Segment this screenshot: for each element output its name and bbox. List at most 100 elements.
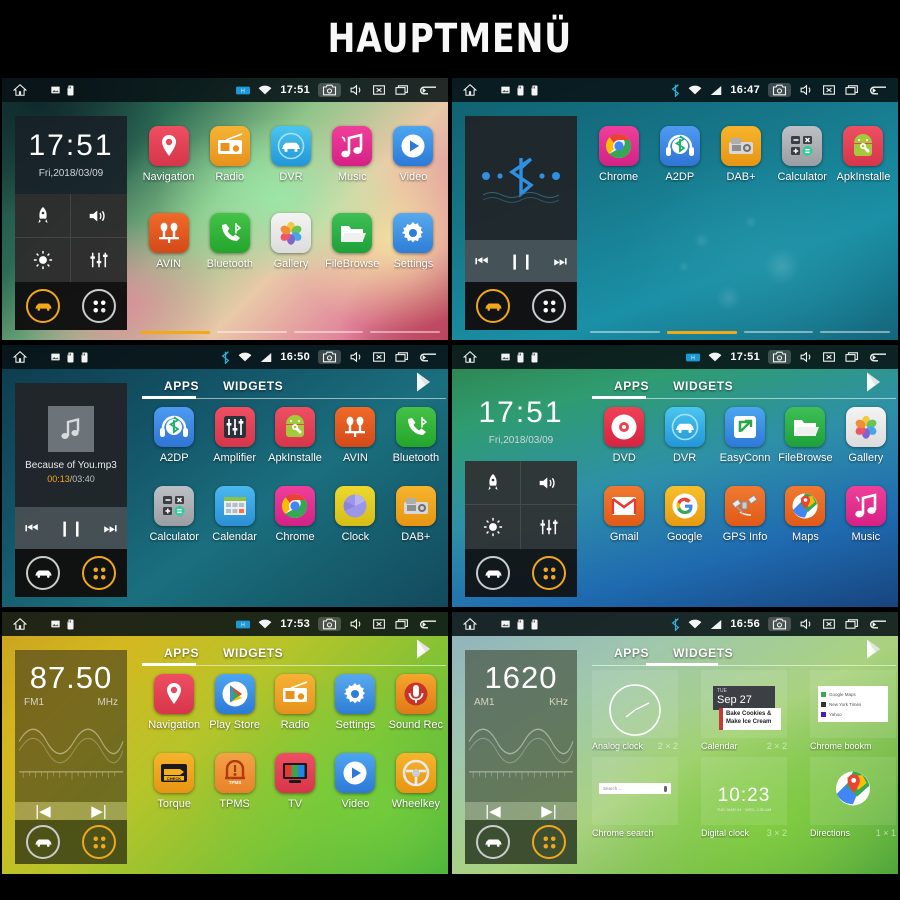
apps-icon[interactable] [82, 556, 116, 590]
app-filebrowse[interactable]: FileBrowse [775, 407, 835, 464]
clock-widget[interactable]: 17:51 Fri,2018/03/09 [465, 383, 577, 461]
app-calculator[interactable]: Calculator [772, 126, 833, 183]
widget-digital-clock[interactable]: 10:23 TUE, MAR 04 · WED, 2:30 AM Digital… [701, 757, 787, 838]
app-dab[interactable]: DAB+ [710, 126, 771, 183]
app-chrome[interactable]: Chrome [265, 486, 325, 543]
car-icon[interactable] [476, 825, 510, 860]
volume-icon[interactable] [799, 618, 814, 630]
rocket-icon[interactable] [465, 461, 521, 505]
volume-icon[interactable] [349, 84, 364, 96]
app-torque[interactable]: CHECK Torque [144, 753, 204, 810]
page-dot[interactable] [140, 331, 210, 334]
camera-icon[interactable] [318, 83, 341, 97]
camera-icon[interactable] [768, 350, 791, 364]
car-icon[interactable] [26, 556, 60, 590]
radio-widget[interactable]: 1620 AM1 KHz [465, 650, 577, 803]
app-music[interactable]: Music [322, 126, 383, 183]
next-icon[interactable]: ⏭ [104, 520, 118, 537]
app-bluetooth[interactable]: Bluetooth [386, 407, 446, 464]
page-dot[interactable] [590, 331, 660, 333]
home-icon[interactable] [462, 350, 478, 364]
tab-widgets[interactable]: WIDGETS [211, 646, 295, 666]
recents-icon[interactable] [394, 351, 410, 363]
camera-icon[interactable] [318, 350, 341, 364]
widget-calendar[interactable]: TUE Sep 27 Bake Cookies & Make Ice Cream… [701, 670, 787, 751]
prev-icon[interactable]: ⏮ [25, 520, 39, 537]
tab-widgets[interactable]: WIDGETS [211, 379, 295, 399]
apps-icon[interactable] [532, 825, 566, 860]
app-calculator[interactable]: Calculator [144, 486, 204, 543]
app-apkinstaller[interactable]: ApkInstalle [265, 407, 325, 464]
page-dot[interactable] [666, 331, 737, 334]
close-icon[interactable] [372, 351, 386, 363]
apps-icon[interactable] [82, 289, 116, 323]
page-dot[interactable] [216, 331, 287, 333]
widget-chrome-search[interactable]: Search ... Chrome search [592, 757, 678, 838]
page-dot[interactable] [370, 331, 440, 333]
back-icon[interactable] [418, 351, 438, 364]
app-settings[interactable]: Settings [383, 213, 444, 270]
prev-icon[interactable]: |◀ [485, 802, 500, 820]
car-icon[interactable] [476, 556, 510, 590]
app-navigation[interactable]: Navigation [138, 126, 199, 183]
app-music[interactable]: Music [836, 486, 896, 543]
app-tv[interactable]: TV [265, 753, 325, 810]
home-icon[interactable] [12, 83, 28, 97]
equalizer-icon[interactable] [521, 505, 577, 549]
recents-icon[interactable] [394, 618, 410, 630]
home-icon[interactable] [12, 350, 28, 364]
page-dot[interactable] [743, 331, 814, 333]
volume-icon[interactable] [799, 351, 814, 363]
close-icon[interactable] [372, 618, 386, 630]
app-a2dp[interactable]: A2DP [144, 407, 204, 464]
page-indicator[interactable] [140, 331, 440, 334]
back-icon[interactable] [418, 84, 438, 97]
app-playstore[interactable]: Play Store [204, 674, 264, 731]
app-wheelkey[interactable]: Wheelkey [386, 753, 446, 810]
app-clock[interactable]: Clock [325, 486, 385, 543]
home-icon[interactable] [462, 617, 478, 631]
prev-icon[interactable]: |◀ [35, 802, 50, 820]
play-store-icon[interactable] [864, 638, 888, 665]
app-a2dp[interactable]: A2DP [649, 126, 710, 183]
close-icon[interactable] [822, 618, 836, 630]
next-icon[interactable]: ⏭ [554, 253, 568, 270]
recents-icon[interactable] [844, 618, 860, 630]
prev-icon[interactable]: ⏮ [475, 253, 489, 270]
apps-icon[interactable] [82, 825, 116, 860]
app-calendar[interactable]: Calendar [204, 486, 264, 543]
next-icon[interactable]: ▶| [541, 802, 556, 820]
home-icon[interactable] [462, 83, 478, 97]
app-google[interactable]: Google [654, 486, 714, 543]
app-amplifier[interactable]: Amplifier [204, 407, 264, 464]
camera-icon[interactable] [768, 83, 791, 97]
pause-icon[interactable]: ❙❙ [508, 252, 533, 270]
volume-icon[interactable] [521, 461, 577, 505]
car-icon[interactable] [476, 289, 510, 323]
app-gpsinfo[interactable]: GPS Info [715, 486, 775, 543]
next-icon[interactable]: ▶| [91, 802, 106, 820]
widget-analog-clock[interactable]: Analog clock 2 × 2 [592, 670, 678, 751]
app-bluetooth[interactable]: Bluetooth [199, 213, 260, 270]
back-icon[interactable] [868, 84, 888, 97]
equalizer-icon[interactable] [71, 238, 127, 282]
tab-widgets[interactable]: WIDGETS [661, 379, 745, 399]
close-icon[interactable] [372, 84, 386, 96]
app-easyconnect[interactable]: EasyConn [715, 407, 775, 464]
close-icon[interactable] [822, 351, 836, 363]
camera-icon[interactable] [318, 617, 341, 631]
car-icon[interactable] [26, 825, 60, 860]
car-icon[interactable] [26, 289, 60, 323]
back-icon[interactable] [868, 351, 888, 364]
recents-icon[interactable] [844, 351, 860, 363]
app-gmail[interactable]: Gmail [594, 486, 654, 543]
close-icon[interactable] [822, 84, 836, 96]
app-settings[interactable]: Settings [325, 674, 385, 731]
app-video[interactable]: Video [383, 126, 444, 183]
volume-icon[interactable] [71, 194, 127, 238]
back-icon[interactable] [418, 618, 438, 631]
recents-icon[interactable] [844, 84, 860, 96]
play-store-icon[interactable] [414, 638, 438, 665]
clock-widget[interactable]: 17:51 Fri,2018/03/09 [15, 116, 127, 194]
page-indicator[interactable] [590, 331, 890, 334]
